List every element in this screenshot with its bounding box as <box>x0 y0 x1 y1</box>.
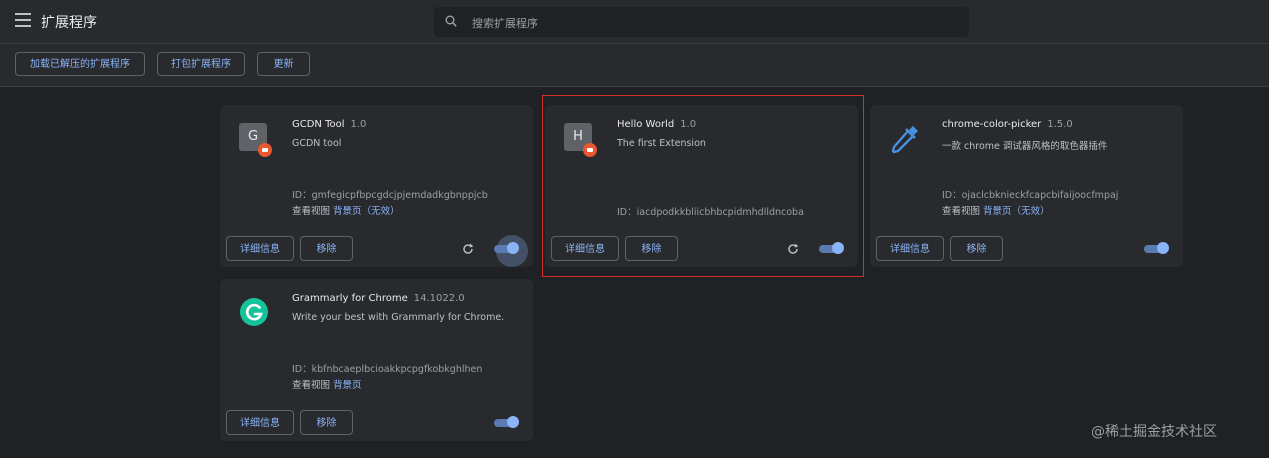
extension-description: Write your best with Grammarly for Chrom… <box>292 312 505 323</box>
background-page-text: 背景页 <box>983 206 1012 217</box>
background-page-text: 背景页 <box>333 206 362 217</box>
background-page-status: （无效） <box>361 206 400 217</box>
extension-version: 1.5.0 <box>1047 119 1073 130</box>
dev-toolbar: 加载已解压的扩展程序 打包扩展程序 更新 <box>0 44 1269 87</box>
extension-description: 一款 chrome 调试器风格的取色器插件 <box>942 141 1108 152</box>
enable-toggle[interactable] <box>494 416 519 428</box>
search-box[interactable] <box>434 7 969 39</box>
extension-card-gcdn-tool: G GCDN Tool 1.0 GCDN tool ID：gmfegicpfbpc… <box>220 105 533 267</box>
extension-icon: G <box>239 123 272 157</box>
extension-card-grammarly: Grammarly for Chrome 14.1022.0 Write your… <box>220 279 533 441</box>
inspect-views: 查看视图 背景页（无效） <box>942 203 1050 217</box>
extension-id: ID：iacdpodkkbliicbhbcpidmhdlldncoba <box>617 207 804 218</box>
background-page-status: （无效） <box>1011 206 1050 217</box>
inspect-views: 查看视图 背景页 <box>292 377 362 391</box>
toggle-knob <box>507 416 519 428</box>
enable-toggle[interactable] <box>1144 242 1169 254</box>
remove-button[interactable]: 移除 <box>950 236 1003 261</box>
eyedropper-icon <box>891 126 918 154</box>
inspect-views: 查看视图 背景页（无效） <box>292 203 400 217</box>
grammarly-icon <box>240 298 268 326</box>
remove-button[interactable]: 移除 <box>300 410 353 435</box>
extension-title: chrome-color-picker 1.5.0 <box>942 119 1073 130</box>
extension-version: 1.0 <box>350 119 367 130</box>
extension-card-hello-world: H Hello World 1.0 The first Extension ID：… <box>545 105 858 267</box>
update-button[interactable]: 更新 <box>257 52 310 76</box>
views-label: 查看视图 <box>292 380 331 391</box>
details-button[interactable]: 详细信息 <box>226 410 294 435</box>
views-label: 查看视图 <box>292 206 331 217</box>
pack-extension-button[interactable]: 打包扩展程序 <box>157 52 245 76</box>
extension-name: Grammarly for Chrome <box>292 293 408 304</box>
extension-version: 14.1022.0 <box>413 293 465 304</box>
search-icon <box>445 15 457 27</box>
background-page-link[interactable]: 背景页 <box>333 380 362 391</box>
menu-icon[interactable] <box>15 13 31 27</box>
extension-icon: H <box>564 123 597 157</box>
extension-id: ID：kbfnbcaeplbcioakkpcpgfkobkghlhen <box>292 364 483 375</box>
load-unpacked-button[interactable]: 加载已解压的扩展程序 <box>15 52 145 76</box>
extension-name: Hello World <box>617 119 675 130</box>
enable-toggle[interactable] <box>494 235 528 267</box>
reload-icon[interactable] <box>787 243 799 255</box>
reload-icon[interactable] <box>462 243 474 255</box>
watermark: @稀土掘金技术社区 <box>1091 424 1217 440</box>
extension-description: GCDN tool <box>292 138 342 149</box>
details-button[interactable]: 详细信息 <box>876 236 944 261</box>
extension-name: GCDN Tool <box>292 119 345 130</box>
search-input[interactable] <box>470 7 954 39</box>
details-button[interactable]: 详细信息 <box>551 236 619 261</box>
extension-id: ID：gmfegicpfbpcgdcjpjemdadkgbnppjcb <box>292 190 488 201</box>
extension-description: The first Extension <box>617 138 706 149</box>
extension-title: GCDN Tool 1.0 <box>292 119 366 130</box>
enable-toggle[interactable] <box>819 242 844 254</box>
extension-id: ID：ojaclcbknieckfcapcbifaijoocfmpaj <box>942 190 1119 201</box>
extension-version: 1.0 <box>680 119 697 130</box>
toggle-knob <box>1157 242 1169 254</box>
toggle-knob <box>507 242 519 254</box>
extension-title: Grammarly for Chrome 14.1022.0 <box>292 293 465 304</box>
toggle-knob <box>832 242 844 254</box>
extension-title: Hello World 1.0 <box>617 119 696 130</box>
background-page-link[interactable]: 背景页（无效） <box>333 206 400 217</box>
details-button[interactable]: 详细信息 <box>226 236 294 261</box>
unpacked-badge-icon <box>583 143 597 157</box>
top-bar: 扩展程序 <box>0 0 1269 44</box>
remove-button[interactable]: 移除 <box>625 236 678 261</box>
extension-name: chrome-color-picker <box>942 119 1042 130</box>
background-page-link[interactable]: 背景页（无效） <box>983 206 1050 217</box>
remove-button[interactable]: 移除 <box>300 236 353 261</box>
page-title: 扩展程序 <box>41 15 97 31</box>
extension-card-chrome-color-picker: chrome-color-picker 1.5.0 一款 chrome 调试器风格… <box>870 105 1183 267</box>
views-label: 查看视图 <box>942 206 981 217</box>
unpacked-badge-icon <box>258 143 272 157</box>
